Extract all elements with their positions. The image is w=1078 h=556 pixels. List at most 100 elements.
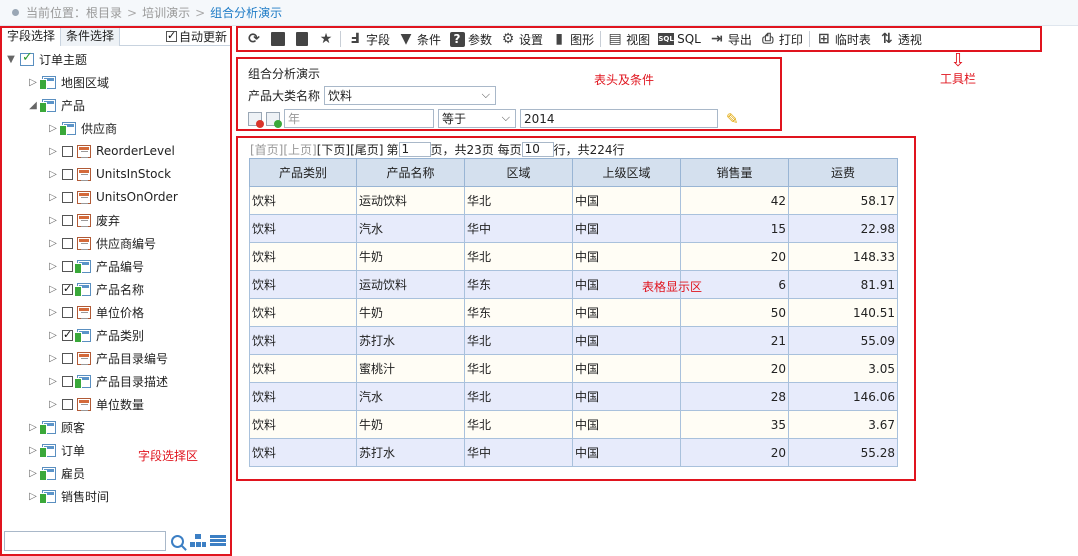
field-checkbox[interactable] bbox=[62, 191, 73, 203]
field-checkbox[interactable] bbox=[62, 168, 73, 180]
add-condition-icon[interactable] bbox=[266, 111, 282, 128]
chevron-down-icon[interactable]: ◢ bbox=[28, 100, 38, 111]
pivot-button[interactable]: ⇅ 透视 bbox=[875, 28, 926, 50]
remove-condition-icon[interactable] bbox=[248, 111, 264, 128]
table-row[interactable]: 饮料 牛奶 华北 中国 20 148.33 bbox=[249, 242, 898, 271]
tree-node-field[interactable]: ▷ 产品名称 bbox=[48, 280, 144, 298]
tree-node-field[interactable]: ▷ 产品目录编号 bbox=[48, 349, 168, 367]
export-button[interactable]: ⇥ 导出 bbox=[705, 28, 756, 50]
settings-button[interactable]: ⚙ 设置 bbox=[496, 28, 547, 50]
chevron-right-icon[interactable]: ▷ bbox=[48, 169, 58, 180]
pager-next[interactable]: [下页] bbox=[317, 141, 350, 158]
pager-per-page-input[interactable]: 10 bbox=[521, 141, 554, 157]
column-header[interactable]: 运费 bbox=[788, 158, 898, 187]
condition-field-input[interactable]: 年 bbox=[284, 109, 434, 128]
column-header[interactable]: 销售量 bbox=[680, 158, 789, 187]
field-checkbox[interactable] bbox=[62, 306, 73, 318]
column-header[interactable]: 产品名称 bbox=[356, 158, 465, 187]
chevron-right-icon[interactable]: ▷ bbox=[28, 77, 38, 88]
tree-node-map-region[interactable]: ▷ 地图区域 bbox=[28, 73, 109, 91]
column-header[interactable]: 产品类别 bbox=[249, 158, 357, 187]
tree-node-employee[interactable]: ▷ 雇员 bbox=[28, 464, 85, 482]
column-header[interactable]: 区域 bbox=[464, 158, 573, 187]
condition-button[interactable]: ▼ 条件 bbox=[394, 28, 445, 50]
refresh-button[interactable]: ⟳ bbox=[242, 28, 266, 50]
chevron-right-icon[interactable]: ▷ bbox=[48, 353, 58, 364]
pager-last[interactable]: [尾页] bbox=[350, 141, 383, 158]
tree-node-root[interactable]: ▼ 订单主题 bbox=[6, 50, 87, 68]
chevron-right-icon[interactable]: ▷ bbox=[48, 399, 58, 410]
field-checkbox[interactable] bbox=[62, 145, 73, 157]
tree-node-order[interactable]: ▷ 订单 bbox=[28, 441, 85, 459]
chevron-right-icon[interactable]: ▷ bbox=[48, 238, 58, 249]
chevron-right-icon[interactable]: ▷ bbox=[28, 422, 38, 433]
temp-table-button[interactable]: ⊞ 临时表 bbox=[812, 28, 875, 50]
field-checkbox[interactable] bbox=[62, 282, 73, 296]
tree-node-sales-time[interactable]: ▷ 销售时间 bbox=[28, 487, 109, 505]
tree-node-field[interactable]: ▷ 废弃 bbox=[48, 211, 120, 229]
chevron-right-icon[interactable]: ▷ bbox=[48, 376, 58, 387]
column-header[interactable]: 上级区域 bbox=[572, 158, 681, 187]
condition-value-input[interactable]: 2014 bbox=[520, 109, 718, 128]
table-row[interactable]: 饮料 汽水 华中 中国 15 22.98 bbox=[249, 214, 898, 243]
table-row[interactable]: 饮料 苏打水 华中 中国 20 55.28 bbox=[249, 438, 898, 467]
field-checkbox[interactable] bbox=[62, 237, 73, 249]
tree-node-field[interactable]: ▷ 产品编号 bbox=[48, 257, 144, 275]
category-select[interactable]: 饮料 ⌵ bbox=[324, 86, 497, 105]
field-checkbox[interactable] bbox=[62, 375, 73, 387]
pager-first[interactable]: [首页] bbox=[250, 141, 283, 158]
tree-node-field[interactable]: ▷ 单位数量 bbox=[48, 395, 144, 413]
chevron-right-icon[interactable]: ▷ bbox=[48, 192, 58, 203]
chevron-right-icon[interactable]: ▷ bbox=[48, 330, 58, 341]
chevron-right-icon[interactable]: ▷ bbox=[48, 284, 58, 295]
table-row[interactable]: 饮料 运动饮料 华北 中国 42 58.17 bbox=[249, 186, 898, 215]
tree-node-field[interactable]: ▷ UnitsOnOrder bbox=[48, 188, 178, 206]
auto-refresh-toggle[interactable]: 自动更新 bbox=[165, 28, 230, 45]
chevron-right-icon[interactable]: ▷ bbox=[48, 307, 58, 318]
field-checkbox[interactable] bbox=[62, 398, 73, 410]
table-row[interactable]: 饮料 牛奶 华东 中国 50 140.51 bbox=[249, 298, 898, 327]
search-icon[interactable] bbox=[171, 534, 184, 548]
tab-condition-selection[interactable]: 条件选择 bbox=[61, 27, 121, 46]
favorite-button[interactable]: ★ bbox=[314, 28, 338, 50]
sql-button[interactable]: SQL SQL bbox=[654, 28, 705, 50]
chevron-right-icon[interactable]: ▷ bbox=[28, 445, 38, 456]
pager-page-input[interactable]: 1 bbox=[398, 141, 431, 157]
hierarchy-icon[interactable] bbox=[190, 534, 206, 548]
chevron-right-icon[interactable]: ▷ bbox=[48, 261, 58, 272]
tree-node-supplier[interactable]: ▷ 供应商 bbox=[48, 119, 117, 137]
chevron-right-icon[interactable]: ▷ bbox=[28, 468, 38, 479]
view-button[interactable]: ▤ 视图 bbox=[603, 28, 654, 50]
tree-search-input[interactable] bbox=[4, 531, 166, 551]
table-row[interactable]: 饮料 牛奶 华北 中国 35 3.67 bbox=[249, 410, 898, 439]
chevron-right-icon[interactable]: ▷ bbox=[48, 215, 58, 226]
save-button[interactable] bbox=[266, 28, 290, 50]
chevron-right-icon[interactable]: ▷ bbox=[48, 123, 58, 134]
print-button[interactable]: ⎙ 打印 bbox=[756, 28, 807, 50]
chevron-down-icon[interactable]: ▼ bbox=[6, 54, 16, 65]
chevron-right-icon[interactable]: ▷ bbox=[28, 491, 38, 502]
table-row[interactable]: 饮料 汽水 华北 中国 28 146.06 bbox=[249, 382, 898, 411]
tree-node-field[interactable]: ▷ ReorderLevel bbox=[48, 142, 175, 160]
field-checkbox[interactable] bbox=[62, 214, 73, 226]
chevron-right-icon[interactable]: ▷ bbox=[48, 146, 58, 157]
parameter-button[interactable]: ? 参数 bbox=[445, 28, 496, 50]
pencil-icon[interactable]: ✎ bbox=[726, 111, 742, 127]
list-view-icon[interactable] bbox=[210, 535, 226, 547]
tree-node-field[interactable]: ▷ 供应商编号 bbox=[48, 234, 156, 252]
pager-prev[interactable]: [上页] bbox=[283, 141, 316, 158]
auto-refresh-checkbox[interactable] bbox=[165, 29, 177, 43]
tree-node-customer[interactable]: ▷ 顾客 bbox=[28, 418, 85, 436]
field-checkbox[interactable] bbox=[62, 260, 73, 272]
chart-button[interactable]: ▮ 图形 bbox=[547, 28, 598, 50]
tab-field-selection[interactable]: 字段选择 bbox=[2, 27, 62, 46]
tree-node-field[interactable]: ▷ 产品类别 bbox=[48, 326, 144, 344]
table-row[interactable]: 饮料 蜜桃汁 华北 中国 20 3.05 bbox=[249, 354, 898, 383]
operator-select[interactable]: 等于 ⌵ bbox=[438, 109, 516, 128]
save-as-button[interactable] bbox=[290, 28, 314, 50]
field-checkbox[interactable] bbox=[62, 352, 73, 364]
tree-node-field[interactable]: ▷ 单位价格 bbox=[48, 303, 144, 321]
field-button[interactable]: Ⅎ 字段 bbox=[343, 28, 394, 50]
breadcrumb-item-training[interactable]: 培训演示 bbox=[142, 4, 190, 21]
breadcrumb-item-root[interactable]: 根目录 bbox=[86, 4, 122, 21]
